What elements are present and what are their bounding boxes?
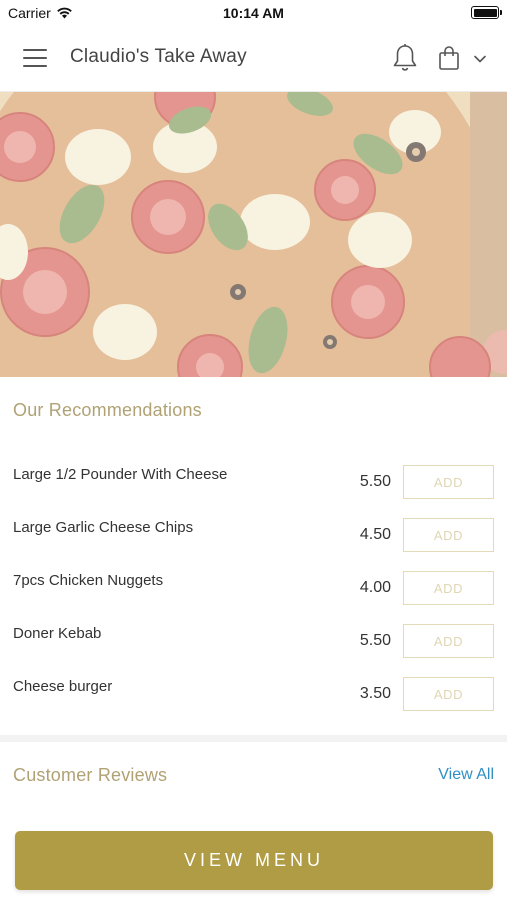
add-button[interactable]: ADD — [403, 571, 494, 605]
add-button[interactable]: ADD — [403, 465, 494, 499]
view-all-link[interactable]: View All — [438, 766, 494, 784]
recommendations-list: Large 1/2 Pounder With Cheese 5.50 ADD L… — [0, 460, 507, 725]
add-button[interactable]: ADD — [403, 624, 494, 658]
menu-item: Cheese burger 3.50 ADD — [0, 672, 507, 725]
item-name: 7pcs Chicken Nuggets — [13, 572, 164, 589]
item-name: Cheese burger — [13, 678, 113, 695]
item-price: 4.50 — [359, 526, 391, 543]
app-title: Claudio's Take Away — [70, 46, 247, 67]
menu-item: Large 1/2 Pounder With Cheese 5.50 ADD — [0, 460, 507, 513]
item-price: 5.50 — [359, 473, 391, 490]
add-button[interactable]: ADD — [403, 677, 494, 711]
view-menu-button[interactable]: VIEW MENU — [15, 831, 493, 890]
status-time: 10:14 AM — [223, 5, 284, 21]
item-name: Large Garlic Cheese Chips — [13, 519, 194, 536]
item-price: 3.50 — [359, 685, 391, 702]
bell-icon[interactable] — [392, 43, 418, 73]
item-price: 5.50 — [359, 632, 391, 649]
shopping-bag-icon[interactable] — [438, 45, 460, 71]
item-name: Doner Kebab — [13, 625, 102, 642]
reviews-heading: Customer Reviews — [13, 765, 168, 785]
nav-bar: Claudio's Take Away — [0, 26, 507, 92]
item-name: Large 1/2 Pounder With Cheese — [13, 466, 228, 483]
item-price: 4.00 — [359, 579, 391, 596]
section-divider — [0, 735, 507, 742]
menu-icon[interactable] — [23, 49, 47, 67]
menu-item: Doner Kebab 5.50 ADD — [0, 619, 507, 672]
add-button[interactable]: ADD — [403, 518, 494, 552]
status-bar: Carrier 10:14 AM — [0, 0, 507, 26]
battery-icon — [471, 6, 502, 19]
recommendations-heading: Our Recommendations — [13, 400, 202, 420]
menu-item: Large Garlic Cheese Chips 4.50 ADD — [0, 513, 507, 566]
hero-pizza-image — [0, 92, 507, 377]
menu-item: 7pcs Chicken Nuggets 4.00 ADD — [0, 566, 507, 619]
chevron-down-icon[interactable] — [473, 54, 487, 64]
